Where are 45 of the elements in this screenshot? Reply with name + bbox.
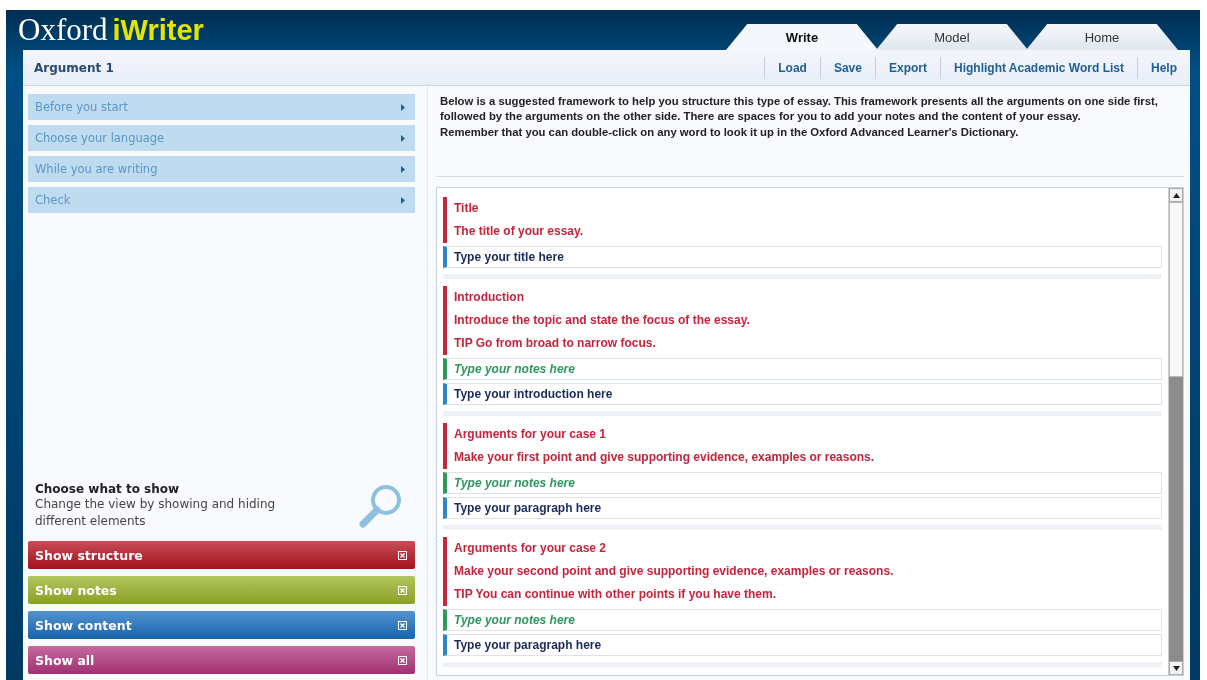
toolbar-link[interactable]: Highlight Academic Word List <box>939 56 1137 79</box>
panel-title: Choose what to show <box>35 482 181 496</box>
content-field[interactable]: Type your paragraph here <box>443 634 1162 656</box>
close-icon <box>398 585 407 595</box>
show-button[interactable]: Show content <box>28 611 415 639</box>
notes-field[interactable]: Type your notes here <box>443 358 1162 380</box>
notes-field[interactable]: Type your notes here <box>443 609 1162 631</box>
structure-text: Make your first point and give supporting evidence, examples or reasons. <box>454 449 876 466</box>
toolbar-link[interactable]: Load <box>764 56 820 79</box>
instruction-text: Below is a suggested framework to help you structure this type of essay. This framework presents all the arguments on one side first, followed by the arguments on the other side. There are spaces for you to add your notes and the content of your essay. <box>440 94 1159 125</box>
tab[interactable]: Model <box>876 24 1028 50</box>
structure-text: Introduction <box>454 289 525 306</box>
close-icon <box>398 620 407 630</box>
structure-text: TIP Go from broad to narrow focus. <box>454 335 657 352</box>
structure-text: TIP You can continue with other points if you have them. <box>454 586 778 603</box>
close-icon <box>398 550 407 560</box>
toolbar-link[interactable]: Export <box>874 56 940 79</box>
arrow-icon <box>401 134 405 142</box>
instruction-text: Remember that you can double-click on any word to look it up in the Oxford Advanced Learner's Dictionary. <box>440 124 1020 140</box>
scroll-up-icon[interactable] <box>1172 192 1180 198</box>
structure-text: Arguments for your case 1 <box>454 426 608 443</box>
toolbar-link[interactable]: Save <box>819 56 875 79</box>
structure-text: Introduce the topic and state the focus of the essay. <box>454 312 751 329</box>
tab[interactable]: Home <box>1026 24 1178 50</box>
structure-text: Arguments for your case 2 <box>454 540 608 557</box>
tab[interactable]: Write <box>726 24 878 50</box>
arrow-icon <box>401 103 405 111</box>
arrow-icon <box>401 165 405 173</box>
structure-text: The title of your essay. <box>454 223 585 240</box>
structure-text: Title <box>454 200 480 217</box>
app-logo: Oxford iWriter <box>18 12 204 48</box>
toolbar-link[interactable]: Help <box>1137 56 1190 79</box>
panel-description: Change the view by showing and hiding different elements <box>35 496 277 530</box>
document-title: Argument 1 <box>34 60 114 75</box>
scroll-down-icon[interactable] <box>1172 665 1180 671</box>
close-icon <box>398 655 407 665</box>
show-button[interactable]: Show all <box>28 646 415 674</box>
content-field[interactable]: Type your paragraph here <box>443 497 1162 519</box>
content-field[interactable]: Type your introduction here <box>443 383 1162 405</box>
notes-field[interactable]: Type your notes here <box>443 472 1162 494</box>
show-button[interactable]: Show structure <box>28 541 415 569</box>
content-field[interactable]: Type your title here <box>443 246 1162 268</box>
structure-text: Make your second point and give supporting evidence, examples or reasons. <box>454 563 895 580</box>
arrow-icon <box>401 196 405 204</box>
scrollbar[interactable] <box>1168 188 1183 675</box>
